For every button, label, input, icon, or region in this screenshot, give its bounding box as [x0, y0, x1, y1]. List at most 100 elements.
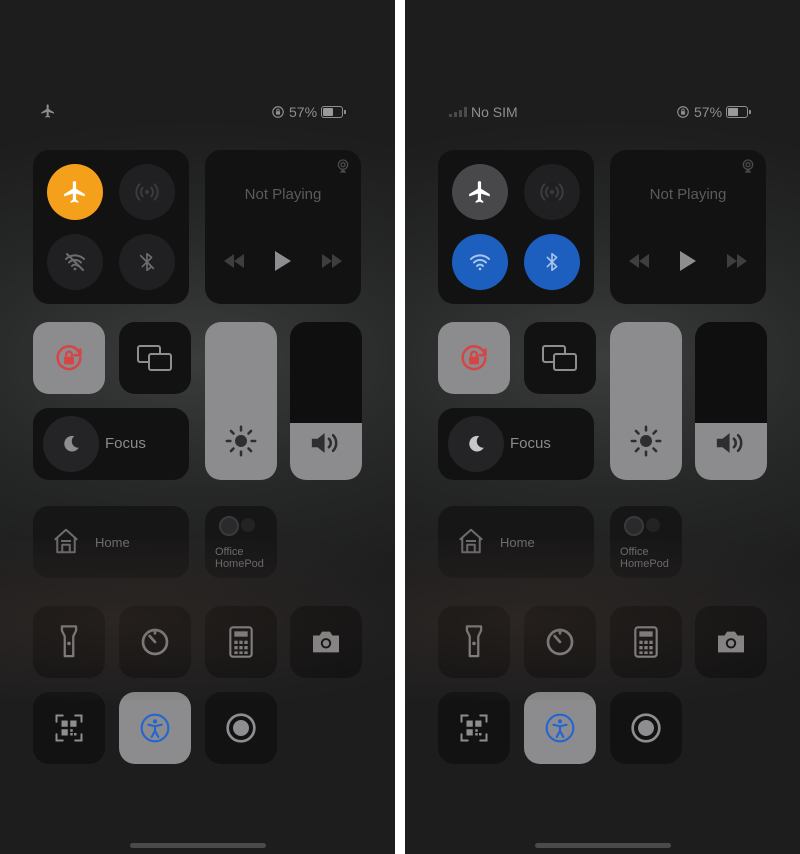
orientation-lock-icon — [56, 345, 82, 371]
rewind-icon[interactable] — [628, 254, 650, 268]
battery-percent: 57% — [694, 104, 723, 120]
status-right-group: 57% — [676, 104, 752, 120]
brightness-slider[interactable] — [205, 322, 277, 480]
forward-icon[interactable] — [726, 254, 748, 268]
status-right-group: 57% — [271, 104, 347, 120]
code-scanner-button[interactable] — [438, 692, 510, 764]
airplay-icon[interactable] — [740, 158, 756, 174]
status-airplane — [40, 103, 56, 119]
volume-slider[interactable] — [695, 322, 767, 480]
home-indicator[interactable] — [130, 843, 266, 848]
camera-button[interactable] — [695, 606, 767, 678]
cellular-icon — [540, 183, 564, 201]
battery-percent: 57% — [289, 104, 318, 120]
homepod-line2: HomePod — [215, 558, 264, 570]
airplane-icon — [41, 104, 54, 118]
calculator-button[interactable] — [205, 606, 277, 678]
airplane-mode-toggle[interactable] — [47, 164, 103, 220]
cellular-data-toggle[interactable] — [524, 164, 580, 220]
cellular-data-toggle[interactable] — [119, 164, 175, 220]
wifi-toggle[interactable] — [452, 234, 508, 290]
timer-button[interactable] — [524, 606, 596, 678]
focus-label: Focus — [510, 435, 551, 452]
play-icon[interactable] — [679, 250, 697, 272]
bluetooth-toggle[interactable] — [524, 234, 580, 290]
volume-icon — [311, 433, 338, 453]
orientation-lock-icon — [677, 106, 689, 118]
camera-button[interactable] — [290, 606, 362, 678]
battery-icon — [321, 106, 347, 118]
home-button[interactable]: Home — [33, 506, 189, 578]
orientation-lock-toggle[interactable] — [438, 322, 510, 394]
focus-icon-bg — [448, 416, 504, 472]
forward-icon[interactable] — [321, 254, 343, 268]
rewind-icon[interactable] — [223, 254, 245, 268]
airplay-icon[interactable] — [335, 158, 351, 174]
status-carrier-group: No SIM — [449, 104, 518, 120]
bluetooth-toggle[interactable] — [119, 234, 175, 290]
wifi-toggle[interactable] — [47, 234, 103, 290]
home-icon — [54, 528, 78, 554]
home-icon — [459, 528, 483, 554]
screen-mirroring-icon — [137, 345, 172, 371]
home-indicator[interactable] — [535, 843, 671, 848]
accessibility-shortcut-button[interactable] — [119, 692, 191, 764]
brightness-slider[interactable] — [610, 322, 682, 480]
play-icon[interactable] — [274, 250, 292, 272]
homepod-button[interactable]: Office HomePod — [610, 506, 682, 578]
qr-code-icon — [55, 714, 83, 742]
battery-icon — [726, 106, 752, 118]
moon-icon — [64, 435, 79, 452]
screen-mirroring-button[interactable] — [119, 322, 191, 394]
wifi-icon — [65, 253, 85, 271]
calculator-button[interactable] — [610, 606, 682, 678]
carrier-label: No SIM — [471, 104, 518, 120]
now-playing-title: Not Playing — [649, 186, 727, 203]
flashlight-button[interactable] — [438, 606, 510, 678]
screen-recording-button[interactable] — [610, 692, 682, 764]
timer-icon — [546, 628, 574, 656]
cellular-signal-icon — [449, 107, 467, 117]
accessibility-icon — [545, 713, 575, 743]
home-label: Home — [95, 535, 130, 550]
home-label: Home — [500, 535, 535, 550]
media-panel[interactable]: Not Playing — [610, 150, 766, 304]
homepod-secondary-icon — [241, 518, 255, 532]
flashlight-icon — [465, 625, 483, 658]
code-scanner-button[interactable] — [33, 692, 105, 764]
screen-mirroring-button[interactable] — [524, 322, 596, 394]
cellular-icon — [135, 183, 159, 201]
homepod-line2: HomePod — [620, 558, 669, 570]
accessibility-shortcut-button[interactable] — [524, 692, 596, 764]
orientation-lock-toggle[interactable] — [33, 322, 105, 394]
volume-slider[interactable] — [290, 322, 362, 480]
camera-icon — [718, 631, 744, 653]
focus-button[interactable]: Focus — [33, 408, 189, 480]
volume-icon — [716, 433, 743, 453]
homepod-line1: Office — [215, 546, 244, 558]
screen-recording-button[interactable] — [205, 692, 277, 764]
focus-button[interactable]: Focus — [438, 408, 594, 480]
moon-icon — [469, 435, 484, 452]
brightness-icon — [630, 425, 662, 457]
wifi-icon — [470, 254, 490, 271]
homepod-icon — [219, 516, 239, 536]
focus-icon-bg — [43, 416, 99, 472]
flashlight-icon — [60, 625, 78, 658]
orientation-lock-icon — [272, 106, 284, 118]
homepod-secondary-icon — [646, 518, 660, 532]
qr-code-icon — [460, 714, 488, 742]
media-panel[interactable]: Not Playing — [205, 150, 361, 304]
homepod-button[interactable]: Office HomePod — [205, 506, 277, 578]
focus-label: Focus — [105, 435, 146, 452]
airplane-mode-toggle[interactable] — [452, 164, 508, 220]
homepod-label: Office HomePod — [620, 546, 669, 570]
bluetooth-icon — [546, 252, 558, 272]
timer-button[interactable] — [119, 606, 191, 678]
home-button[interactable]: Home — [438, 506, 594, 578]
airplane-icon — [469, 181, 490, 203]
orientation-lock-icon — [461, 345, 487, 371]
timer-icon — [141, 628, 169, 656]
calculator-icon — [229, 626, 253, 658]
flashlight-button[interactable] — [33, 606, 105, 678]
